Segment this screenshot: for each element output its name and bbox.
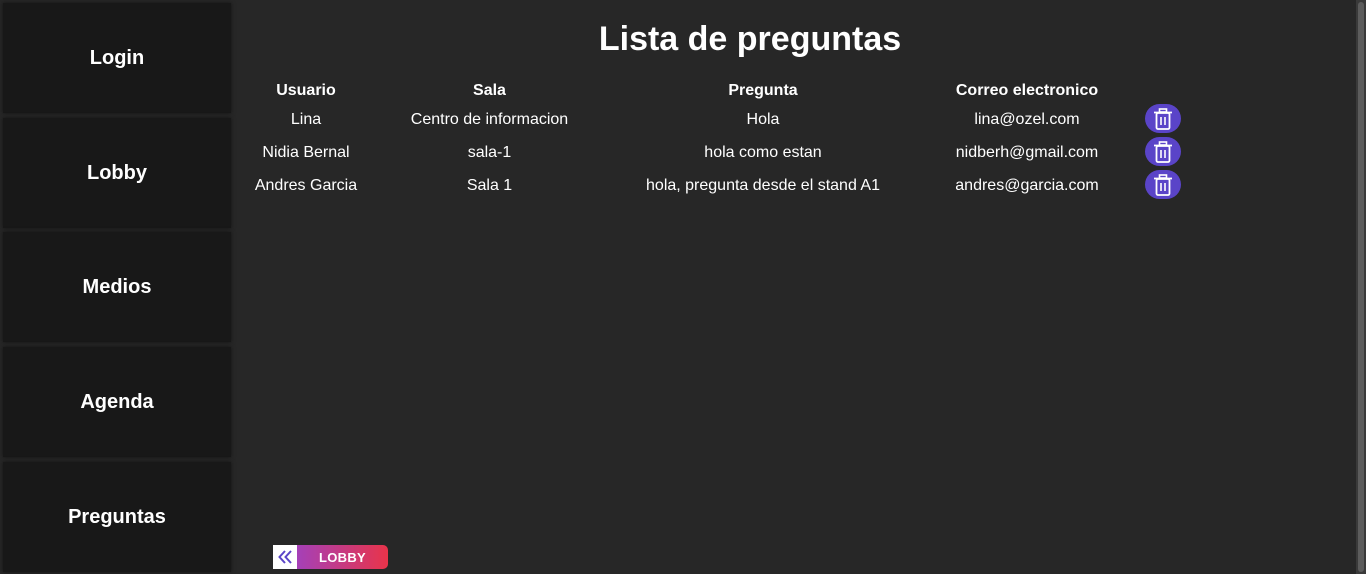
page-scrollbar[interactable]	[1356, 0, 1366, 574]
sidebar-item-lobby[interactable]: Lobby	[3, 118, 231, 228]
main-content: Lista de preguntas Usuario Sala Pregunta…	[232, 0, 1356, 574]
cell-actions	[1141, 136, 1185, 169]
back-to-lobby-label: LOBBY	[297, 545, 388, 569]
cell-usuario: Andres Garcia	[254, 176, 358, 194]
cell-usuario: Lina	[290, 110, 322, 128]
cell-pregunta: hola, pregunta desde el stand A1	[646, 176, 880, 194]
sidebar-item-login[interactable]: Login	[3, 3, 231, 113]
cell-usuario: Nidia Bernal	[262, 143, 350, 161]
back-to-lobby-button[interactable]: LOBBY	[273, 545, 388, 569]
delete-button[interactable]	[1145, 137, 1181, 167]
trash-icon	[1154, 107, 1172, 130]
cell-actions	[1141, 103, 1185, 136]
cell-pregunta: hola como estan	[704, 143, 822, 161]
table-header-row: Usuario Sala Pregunta Correo electronico	[246, 79, 1185, 103]
cell-correo: nidberh@gmail.com	[955, 143, 1099, 161]
sidebar-item-agenda[interactable]: Agenda	[3, 347, 231, 457]
table-row: Andres Garcia Sala 1 hola, pregunta desd…	[246, 169, 1185, 202]
trash-icon	[1154, 173, 1172, 196]
table-row: Lina Centro de informacion Hola lina@oze…	[246, 103, 1185, 136]
questions-table: Usuario Sala Pregunta Correo electronico…	[246, 79, 1185, 202]
cell-correo: lina@ozel.com	[974, 110, 1080, 128]
column-header-pregunta: Pregunta	[728, 82, 798, 99]
scrollbar-thumb[interactable]	[1358, 2, 1364, 572]
delete-button[interactable]	[1145, 104, 1181, 134]
sidebar: Login Lobby Medios Agenda Preguntas	[0, 0, 232, 574]
cell-sala: Sala 1	[466, 176, 513, 194]
column-header-correo: Correo electronico	[955, 82, 1099, 99]
cell-pregunta: Hola	[746, 110, 780, 128]
cell-sala: Centro de informacion	[410, 110, 569, 128]
column-header-usuario: Usuario	[276, 82, 336, 99]
table-row: Nidia Bernal sala-1 hola como estan nidb…	[246, 136, 1185, 169]
page-title: Lista de preguntas	[598, 20, 902, 58]
cell-actions	[1141, 169, 1185, 202]
double-chevron-left-icon	[273, 545, 297, 569]
column-header-actions	[1141, 79, 1185, 103]
column-header-sala: Sala	[473, 82, 506, 99]
cell-sala: sala-1	[467, 143, 512, 161]
delete-button[interactable]	[1145, 170, 1181, 200]
sidebar-item-preguntas[interactable]: Preguntas	[3, 462, 231, 572]
trash-icon	[1154, 140, 1172, 163]
sidebar-item-medios[interactable]: Medios	[3, 232, 231, 342]
cell-correo: andres@garcia.com	[955, 176, 1099, 194]
